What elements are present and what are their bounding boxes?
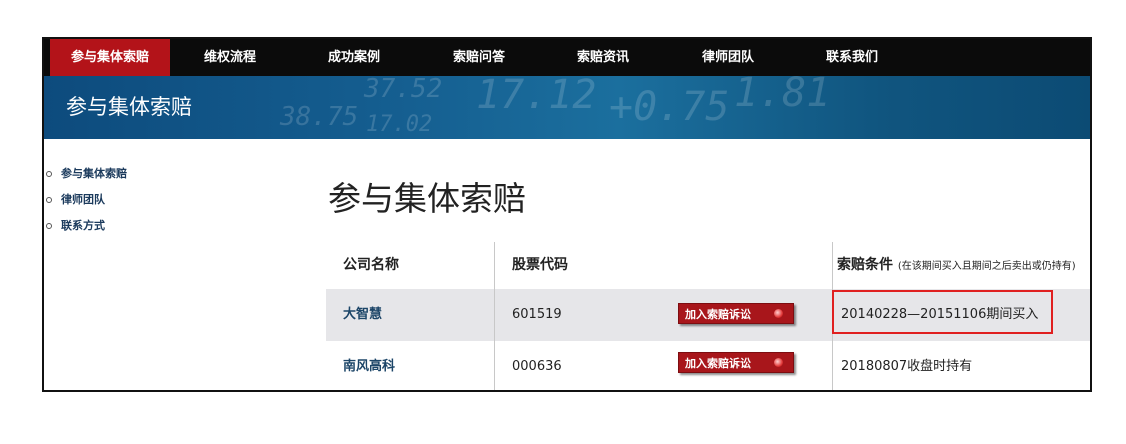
- banner-ticker-number: 1.81: [734, 76, 831, 116]
- sidebar-item-label: 联系方式: [61, 219, 105, 232]
- banner-ticker-number: 38.75: [280, 102, 359, 132]
- stock-code: 000636: [512, 359, 562, 374]
- bullet-icon: [46, 171, 52, 177]
- sidebar-item-label: 律师团队: [61, 193, 105, 206]
- join-lawsuit-label: 加入索赔诉讼: [685, 357, 751, 370]
- banner-title: 参与集体索赔: [66, 95, 192, 119]
- banner-ticker-number: 17.12: [476, 76, 597, 118]
- page-frame: 参与集体索赔 维权流程 成功案例 索赔问答 索赔资讯 律师团队 联系我们 37.…: [42, 37, 1092, 392]
- nav-item-contact-us[interactable]: 联系我们: [826, 39, 878, 76]
- sidebar: 参与集体索赔 律师团队 联系方式: [44, 161, 127, 239]
- nav-item-success-cases[interactable]: 成功案例: [328, 39, 380, 76]
- nav-item-lawyer-team[interactable]: 律师团队: [702, 39, 754, 76]
- nav-item-rights-process[interactable]: 维权流程: [204, 39, 256, 76]
- red-dot-icon: [774, 358, 783, 367]
- banner-ticker-number: 17.02: [366, 112, 433, 137]
- column-divider: [494, 242, 495, 390]
- banner: 37.52 17.12 +0.75 1.81 17.02 38.75 参与集体索…: [44, 76, 1090, 139]
- condition-highlight-box: [832, 290, 1053, 334]
- join-lawsuit-label: 加入索赔诉讼: [685, 308, 751, 321]
- bullet-icon: [46, 197, 52, 203]
- sidebar-item-label: 参与集体索赔: [61, 167, 127, 180]
- table-header: 公司名称 股票代码 索赔条件 (在该期间买入且期间之后卖出或仍持有): [326, 242, 1090, 289]
- sidebar-item-join-claim[interactable]: 参与集体索赔: [44, 161, 127, 187]
- sidebar-item-contact[interactable]: 联系方式: [44, 213, 127, 239]
- header-claim-condition-note: (在该期间买入且期间之后卖出或仍持有): [897, 261, 1076, 272]
- claim-condition: 20180807收盘时持有: [841, 359, 973, 374]
- banner-ticker-number: +0.75: [609, 84, 730, 130]
- join-lawsuit-button[interactable]: 加入索赔诉讼: [678, 303, 794, 324]
- claims-table: 公司名称 股票代码 索赔条件 (在该期间买入且期间之后卖出或仍持有) 大智慧 6…: [326, 242, 1090, 390]
- nav-item-claim-qa[interactable]: 索赔问答: [453, 39, 505, 76]
- header-claim-condition-label: 索赔条件: [837, 257, 893, 273]
- stock-code: 601519: [512, 307, 562, 322]
- sidebar-item-lawyer-team[interactable]: 律师团队: [44, 187, 127, 213]
- nav-item-join-claim[interactable]: 参与集体索赔: [50, 39, 170, 76]
- header-company: 公司名称: [343, 257, 399, 273]
- top-nav: 参与集体索赔 维权流程 成功案例 索赔问答 索赔资讯 律师团队 联系我们: [44, 39, 1090, 76]
- red-dot-icon: [774, 309, 783, 318]
- company-name-link[interactable]: 大智慧: [343, 289, 382, 341]
- page-title: 参与集体索赔: [328, 179, 526, 218]
- table-row: 南风高科 000636 加入索赔诉讼 20180807收盘时持有: [326, 341, 1090, 390]
- join-lawsuit-button[interactable]: 加入索赔诉讼: [678, 352, 794, 373]
- bullet-icon: [46, 223, 52, 229]
- company-name-link[interactable]: 南风高科: [343, 341, 395, 390]
- header-stock-code: 股票代码: [512, 257, 568, 273]
- nav-item-claim-news[interactable]: 索赔资讯: [577, 39, 629, 76]
- banner-ticker-number: 37.52: [364, 76, 443, 104]
- header-claim-condition: 索赔条件 (在该期间买入且期间之后卖出或仍持有): [837, 242, 1076, 289]
